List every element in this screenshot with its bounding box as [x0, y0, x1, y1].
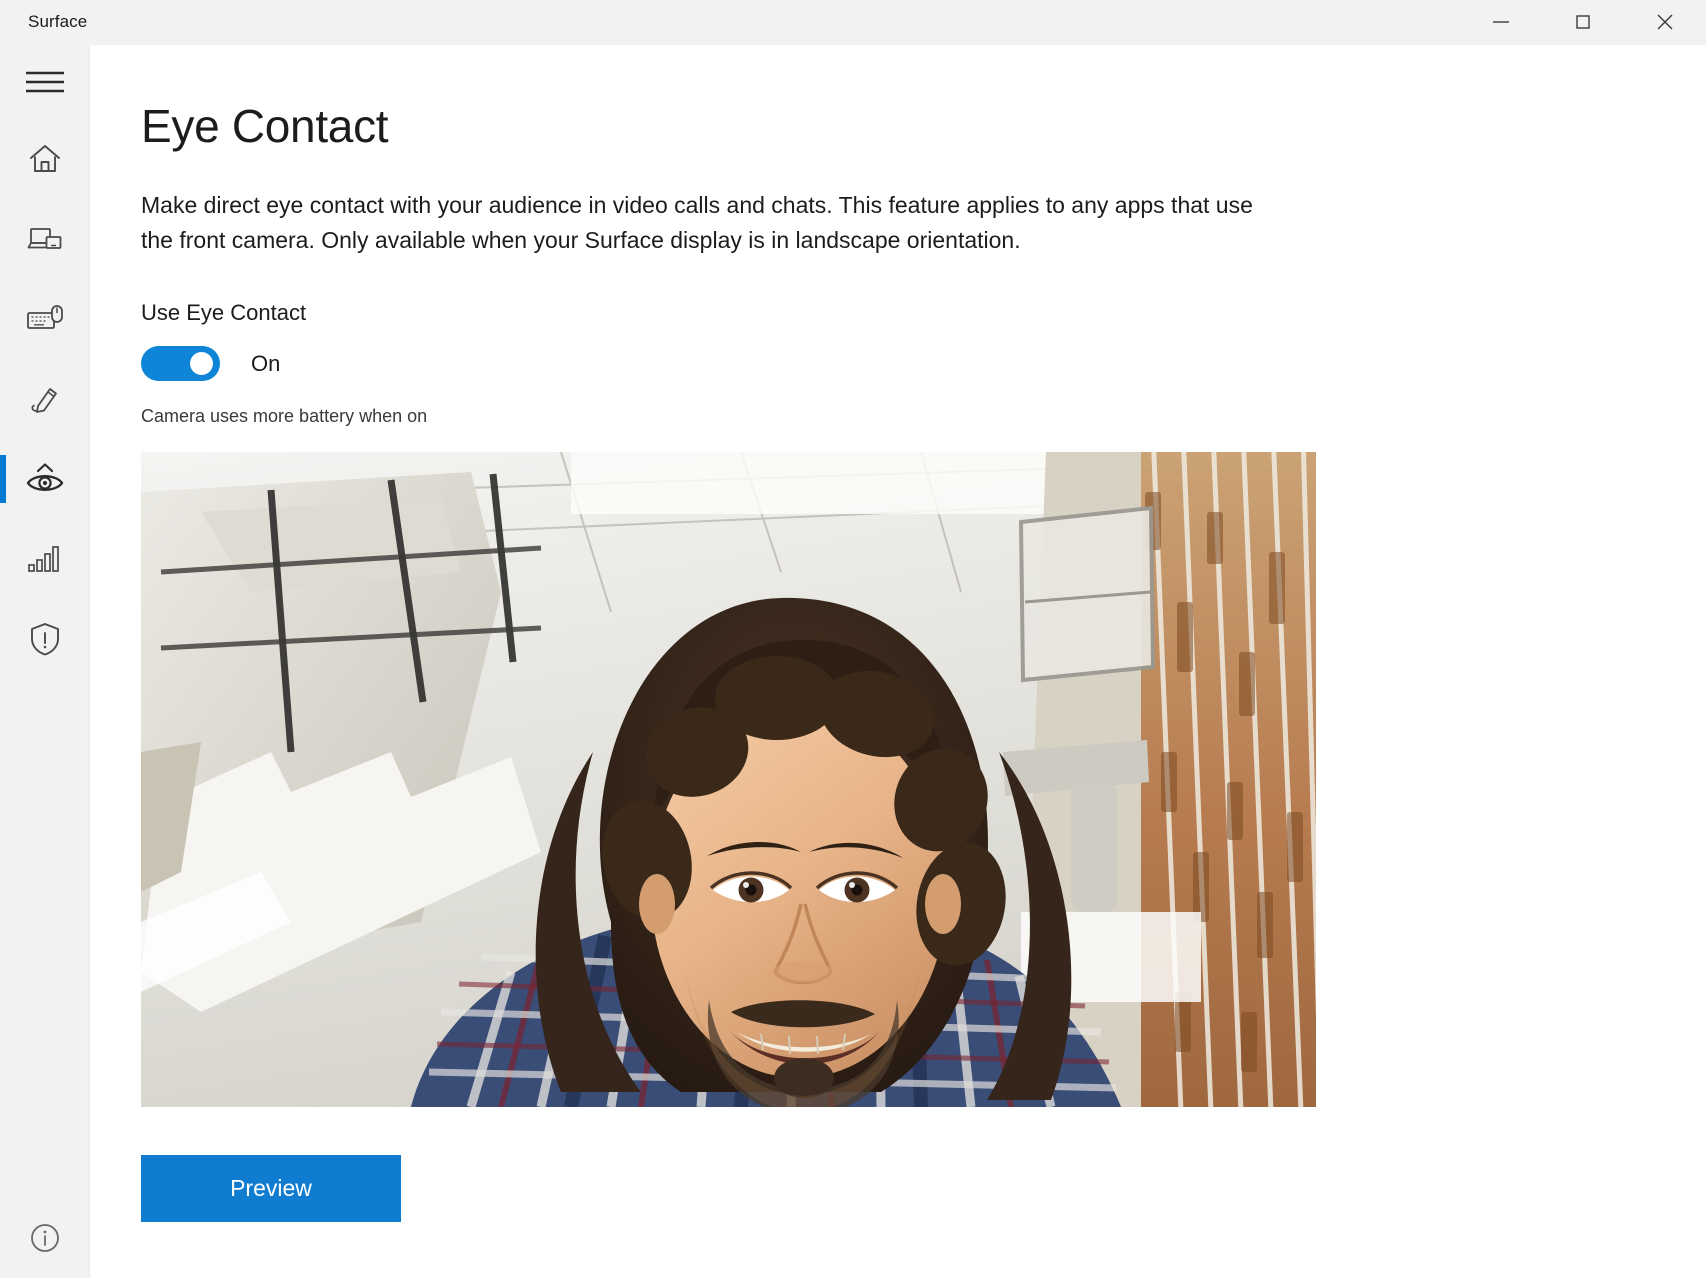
titlebar: Surface — [0, 0, 1706, 45]
surface-app-window: Surface Eye Contact Make direct eye cont… — [0, 0, 1706, 1278]
sidebar-item-navigation-menu[interactable] — [0, 45, 89, 119]
toggle-helper-text: Camera uses more battery when on — [141, 406, 428, 426]
toggle-knob — [190, 352, 213, 375]
close-button[interactable] — [1624, 0, 1706, 45]
camera-preview-image — [141, 452, 1316, 1107]
selection-accent-bar — [0, 455, 6, 503]
eye-contact-toggle-row: On — [141, 346, 1706, 381]
eye-contact-icon — [24, 459, 66, 499]
minimize-button[interactable] — [1460, 0, 1542, 45]
hamburger-menu-icon — [22, 65, 68, 99]
info-circle-icon — [27, 1220, 63, 1256]
page-title: Eye Contact — [141, 100, 389, 152]
main-content: Eye Contact Make direct eye contact with… — [90, 45, 1706, 1278]
sidebar-item-about[interactable] — [0, 1198, 89, 1278]
keyboard-mouse-icon — [25, 300, 65, 338]
window-controls — [1460, 0, 1706, 45]
camera-preview — [141, 452, 1316, 1107]
pen-icon — [26, 380, 64, 418]
sidebar — [0, 45, 90, 1278]
page-description: Make direct eye contact with your audien… — [141, 192, 1253, 253]
sidebar-item-warranty-and-services[interactable] — [0, 599, 89, 679]
shield-warning-icon — [26, 620, 64, 658]
sidebar-item-your-surface[interactable] — [0, 199, 89, 279]
sidebar-item-home[interactable] — [0, 119, 89, 199]
sidebar-item-surface-pen[interactable] — [0, 359, 89, 439]
sidebar-item-keyboard-and-mouse[interactable] — [0, 279, 89, 359]
app-body: Eye Contact Make direct eye contact with… — [0, 45, 1706, 1278]
maximize-button[interactable] — [1542, 0, 1624, 45]
home-icon — [26, 140, 64, 178]
sidebar-item-performance[interactable] — [0, 519, 89, 599]
devices-icon — [26, 220, 64, 258]
sidebar-item-eye-contact[interactable] — [0, 439, 89, 519]
toggle-state-label: On — [251, 350, 281, 376]
signal-bars-icon — [26, 542, 64, 576]
app-title: Surface — [28, 12, 88, 31]
eye-contact-toggle[interactable] — [141, 346, 220, 381]
setting-label: Use Eye Contact — [141, 300, 307, 325]
preview-button[interactable]: Preview — [141, 1155, 401, 1222]
